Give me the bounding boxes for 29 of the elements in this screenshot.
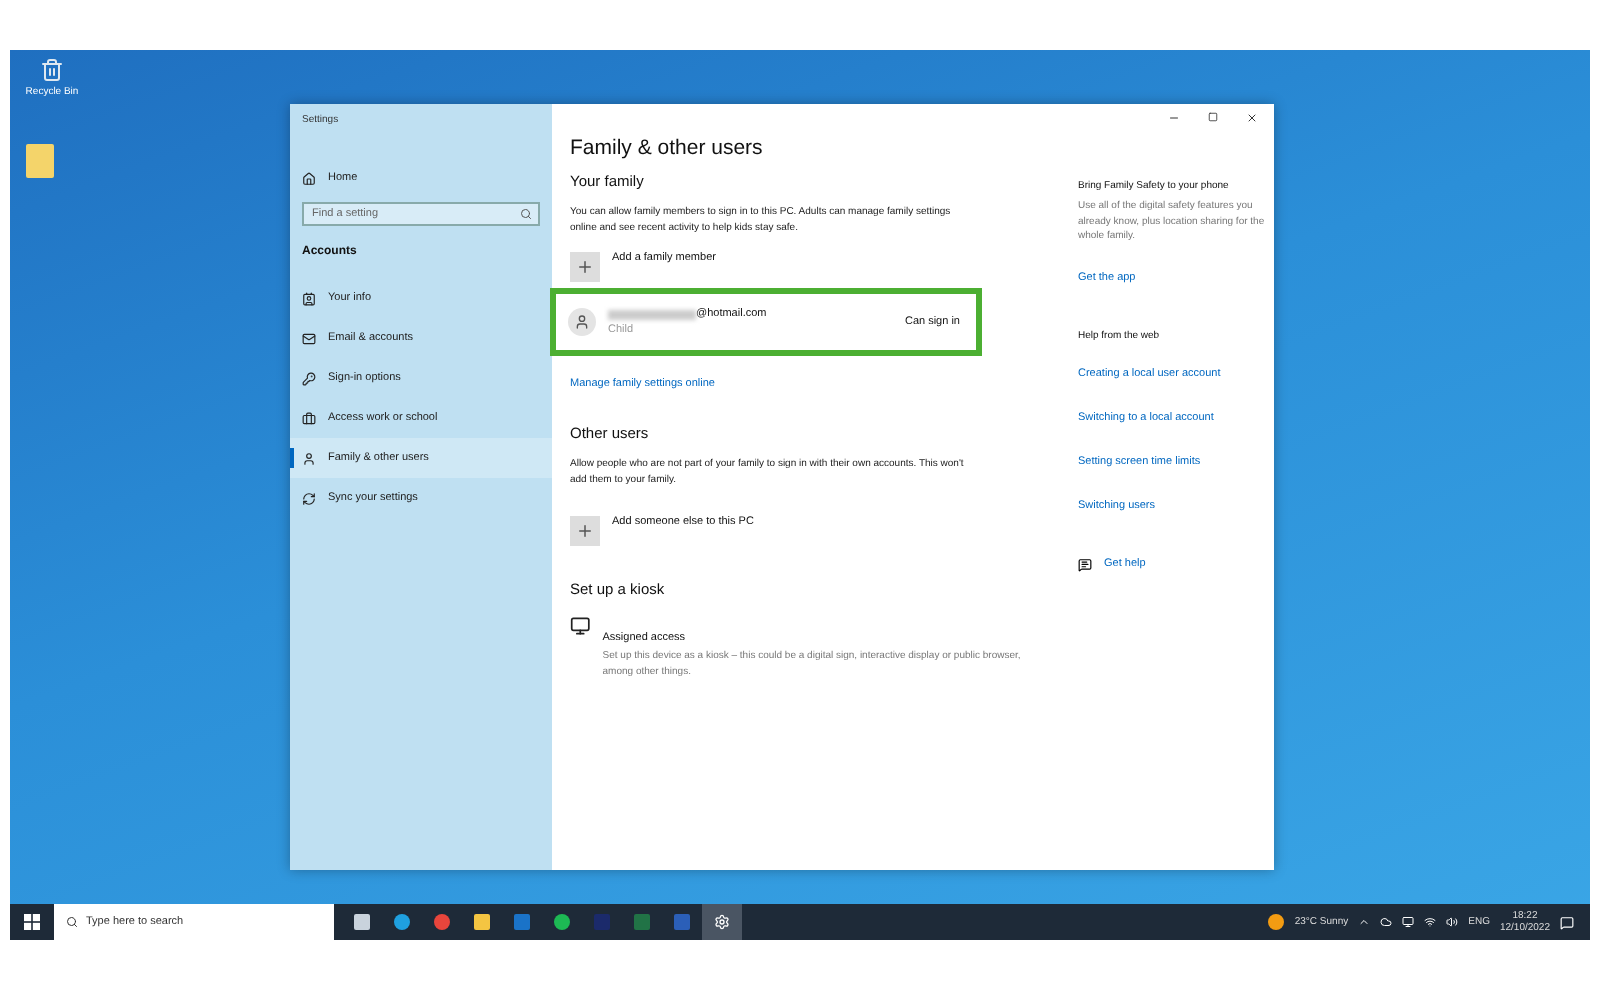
page-title: Family & other users: [570, 136, 765, 160]
avatar: [568, 308, 596, 336]
cloud-icon[interactable]: [1380, 916, 1393, 928]
maximize-icon[interactable]: [1208, 112, 1218, 122]
briefcase-icon: [302, 411, 316, 425]
close-icon[interactable]: [1246, 112, 1258, 124]
monitor-icon[interactable]: [1402, 916, 1415, 928]
gear-icon: [714, 914, 730, 930]
minimize-icon[interactable]: [1168, 112, 1180, 124]
bin-icon[interactable]: [40, 58, 64, 82]
home-icon: [302, 171, 316, 185]
chat-icon: [1078, 557, 1092, 571]
person-icon: [302, 451, 316, 465]
volume-icon[interactable]: [1446, 916, 1459, 928]
kiosk-icon: [570, 614, 591, 638]
plus-icon: [576, 522, 594, 540]
key-icon: [302, 371, 316, 385]
sun-icon: [1268, 914, 1285, 930]
mail-icon: [302, 331, 316, 345]
plus-icon: [576, 258, 594, 276]
chevron-up-icon[interactable]: [1358, 916, 1371, 928]
sync-icon: [302, 491, 316, 505]
contact-card-icon: [302, 291, 316, 305]
search-icon: [66, 916, 78, 928]
redacted-text: [608, 309, 696, 319]
notifications-icon[interactable]: [1560, 915, 1574, 929]
network-icon[interactable]: [1424, 916, 1437, 928]
search-icon: [520, 208, 532, 220]
taskbar-app-button[interactable]: [702, 904, 742, 940]
